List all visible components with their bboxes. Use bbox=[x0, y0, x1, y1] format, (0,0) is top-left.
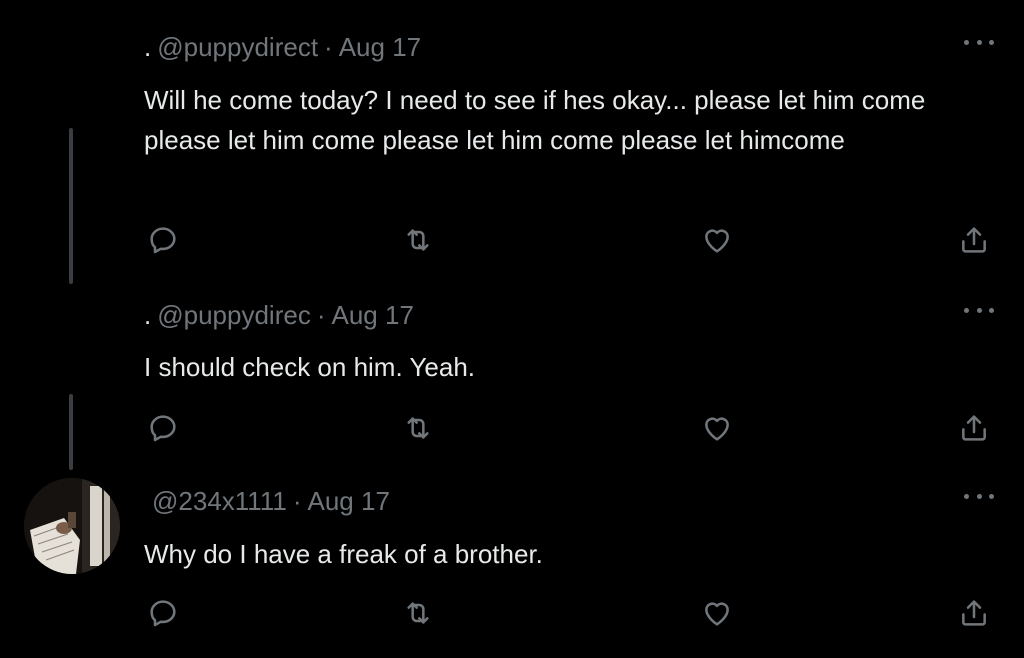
tweet-actions bbox=[0, 222, 1024, 258]
share-icon[interactable] bbox=[956, 595, 992, 631]
more-options-icon[interactable] bbox=[964, 36, 994, 48]
like-icon[interactable] bbox=[699, 222, 735, 258]
separator: · bbox=[324, 32, 333, 62]
tweet-header: . @puppydirec · Aug 17 bbox=[144, 300, 414, 330]
reply-icon[interactable] bbox=[145, 222, 181, 258]
share-icon[interactable] bbox=[956, 410, 992, 446]
separator: · bbox=[292, 486, 302, 516]
tweet-2[interactable]: . @puppydirec · Aug 17 I should check on hi… bbox=[0, 290, 1024, 470]
display-name[interactable]: . bbox=[144, 32, 151, 62]
separator: · bbox=[316, 300, 326, 330]
reply-icon[interactable] bbox=[145, 410, 181, 446]
tweet-actions bbox=[0, 410, 1024, 446]
avatar[interactable] bbox=[24, 478, 120, 574]
retweet-icon[interactable] bbox=[400, 222, 436, 258]
tweet-actions bbox=[0, 595, 1024, 631]
tweet-text: I should check on him. Yeah. bbox=[144, 352, 476, 382]
tweet-text: Why do I have a freak of a brother. bbox=[144, 539, 543, 569]
reply-icon[interactable] bbox=[145, 595, 181, 631]
like-icon[interactable] bbox=[699, 410, 735, 446]
tweet-header: . @puppydirect · Aug 17 bbox=[144, 32, 421, 62]
tweet-1[interactable]: . @puppydirect · Aug 17 Will he come today?… bbox=[0, 0, 1024, 290]
tweet-text: Will he come today? I need to see if hes… bbox=[144, 85, 926, 155]
tweet-date[interactable]: Aug 17 bbox=[308, 486, 390, 516]
user-handle[interactable]: @puppydirec bbox=[157, 300, 311, 330]
retweet-icon[interactable] bbox=[400, 410, 436, 446]
user-handle[interactable]: @puppydirect bbox=[157, 32, 318, 62]
share-icon[interactable] bbox=[956, 222, 992, 258]
avatar-image bbox=[24, 478, 120, 574]
tweet-3[interactable]: @234x1111 · Aug 17 Why do I have a freak o… bbox=[0, 470, 1024, 658]
retweet-icon[interactable] bbox=[400, 595, 436, 631]
thread-line bbox=[69, 128, 73, 284]
more-options-icon[interactable] bbox=[964, 490, 994, 502]
tweet-date[interactable]: Aug 17 bbox=[332, 300, 414, 330]
tweet-header: @234x1111 · Aug 17 bbox=[152, 486, 390, 516]
tweet-date[interactable]: Aug 17 bbox=[339, 32, 421, 62]
user-handle[interactable]: @234x1111 bbox=[152, 486, 287, 516]
display-name[interactable]: . bbox=[144, 300, 151, 330]
like-icon[interactable] bbox=[699, 595, 735, 631]
more-options-icon[interactable] bbox=[964, 304, 994, 316]
